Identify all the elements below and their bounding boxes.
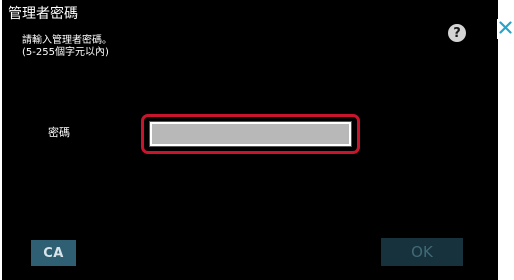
instructions: 請輸入管理者密碼。 (5-255個字元以內) [22,35,112,59]
question-mark-icon: ? [453,25,461,41]
close-x-icon [499,21,512,34]
instruction-line-1: 請輸入管理者密碼。 [22,35,112,46]
help-button[interactable]: ? [448,24,466,42]
screen: 管理者密碼 請輸入管理者密碼。 (5-255個字元以內) ? 密碼 CA OK [0,0,514,280]
close-button[interactable] [497,19,514,39]
password-field-highlight [141,114,360,154]
ok-button[interactable]: OK [381,238,463,266]
dialog-title: 管理者密碼 [8,6,78,22]
password-input[interactable] [149,121,352,147]
instruction-line-2: (5-255個字元以內) [22,47,109,58]
admin-password-dialog: 管理者密碼 請輸入管理者密碼。 (5-255個字元以內) ? 密碼 CA OK [2,0,498,280]
clear-all-button[interactable]: CA [31,240,76,266]
password-label: 密碼 [48,126,70,139]
